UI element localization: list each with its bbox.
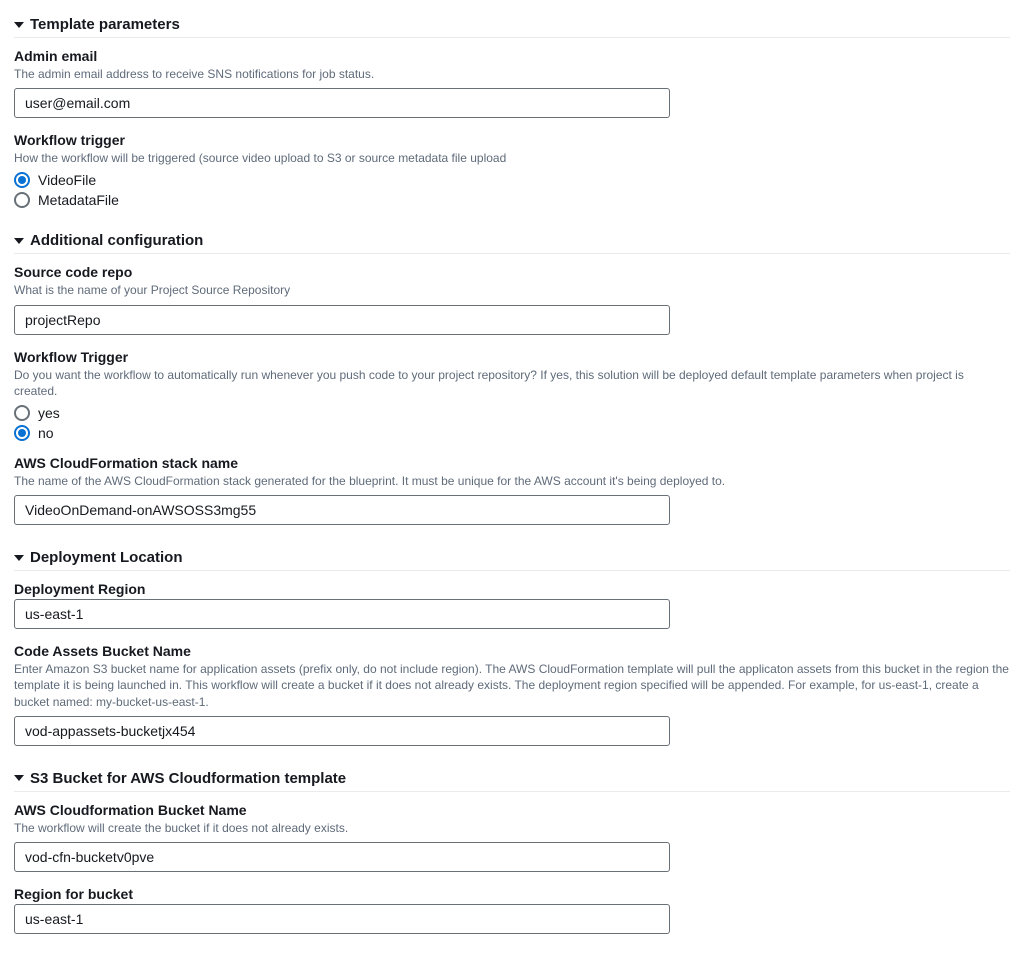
input-deploy-region[interactable] — [14, 599, 670, 629]
field-bucket-region: Region for bucket — [14, 886, 1010, 934]
label-stack-name: AWS CloudFormation stack name — [14, 455, 1010, 471]
section-s3-bucket-cfn: S3 Bucket for AWS Cloudformation templat… — [14, 764, 1010, 934]
radio-no[interactable]: no — [14, 425, 1010, 441]
field-workflow-trigger: Workflow trigger How the workflow will b… — [14, 132, 1010, 208]
field-code-assets-bucket: Code Assets Bucket Name Enter Amazon S3 … — [14, 643, 1010, 746]
caret-down-icon — [14, 775, 24, 781]
radio-icon — [14, 172, 30, 188]
field-admin-email: Admin email The admin email address to r… — [14, 48, 1010, 118]
input-admin-email[interactable] — [14, 88, 670, 118]
input-stack-name[interactable] — [14, 495, 670, 525]
label-admin-email: Admin email — [14, 48, 1010, 64]
radio-label: no — [38, 425, 54, 441]
caret-down-icon — [14, 22, 24, 28]
section-header-s3[interactable]: S3 Bucket for AWS Cloudformation templat… — [14, 764, 1010, 792]
section-title: Template parameters — [30, 16, 180, 33]
desc-admin-email: The admin email address to receive SNS n… — [14, 66, 1010, 82]
caret-down-icon — [14, 238, 24, 244]
label-cfn-bucket: AWS Cloudformation Bucket Name — [14, 802, 1010, 818]
field-stack-name: AWS CloudFormation stack name The name o… — [14, 455, 1010, 525]
radio-yes[interactable]: yes — [14, 405, 1010, 421]
desc-workflow-trigger-2: Do you want the workflow to automaticall… — [14, 367, 1010, 399]
radio-videofile[interactable]: VideoFile — [14, 172, 1010, 188]
radio-label: VideoFile — [38, 172, 96, 188]
section-header-deploy[interactable]: Deployment Location — [14, 543, 1010, 571]
desc-workflow-trigger: How the workflow will be triggered (sour… — [14, 150, 1010, 166]
input-bucket-region[interactable] — [14, 904, 670, 934]
section-header-additional[interactable]: Additional configuration — [14, 226, 1010, 254]
label-bucket-region: Region for bucket — [14, 886, 1010, 902]
section-deployment-location: Deployment Location Deployment Region Co… — [14, 543, 1010, 746]
caret-down-icon — [14, 555, 24, 561]
label-code-assets-bucket: Code Assets Bucket Name — [14, 643, 1010, 659]
radio-icon — [14, 192, 30, 208]
radio-icon — [14, 425, 30, 441]
field-workflow-trigger-2: Workflow Trigger Do you want the workflo… — [14, 349, 1010, 441]
label-workflow-trigger: Workflow trigger — [14, 132, 1010, 148]
field-cfn-bucket: AWS Cloudformation Bucket Name The workf… — [14, 802, 1010, 872]
radio-icon — [14, 405, 30, 421]
section-template-parameters: Template parameters Admin email The admi… — [14, 10, 1010, 208]
section-title: Deployment Location — [30, 549, 183, 566]
field-deploy-region: Deployment Region — [14, 581, 1010, 629]
desc-source-repo: What is the name of your Project Source … — [14, 282, 1010, 298]
radio-label: MetadataFile — [38, 192, 119, 208]
section-additional-configuration: Additional configuration Source code rep… — [14, 226, 1010, 525]
label-workflow-trigger-2: Workflow Trigger — [14, 349, 1010, 365]
label-source-repo: Source code repo — [14, 264, 1010, 280]
section-title: Additional configuration — [30, 232, 203, 249]
section-header-template[interactable]: Template parameters — [14, 10, 1010, 38]
section-title: S3 Bucket for AWS Cloudformation templat… — [30, 770, 346, 787]
desc-stack-name: The name of the AWS CloudFormation stack… — [14, 473, 1010, 489]
radio-label: yes — [38, 405, 60, 421]
input-cfn-bucket[interactable] — [14, 842, 670, 872]
label-deploy-region: Deployment Region — [14, 581, 1010, 597]
field-source-repo: Source code repo What is the name of you… — [14, 264, 1010, 334]
input-source-repo[interactable] — [14, 305, 670, 335]
radio-metadatafile[interactable]: MetadataFile — [14, 192, 1010, 208]
input-code-assets-bucket[interactable] — [14, 716, 670, 746]
desc-code-assets-bucket: Enter Amazon S3 bucket name for applicat… — [14, 661, 1010, 710]
desc-cfn-bucket: The workflow will create the bucket if i… — [14, 820, 1010, 836]
